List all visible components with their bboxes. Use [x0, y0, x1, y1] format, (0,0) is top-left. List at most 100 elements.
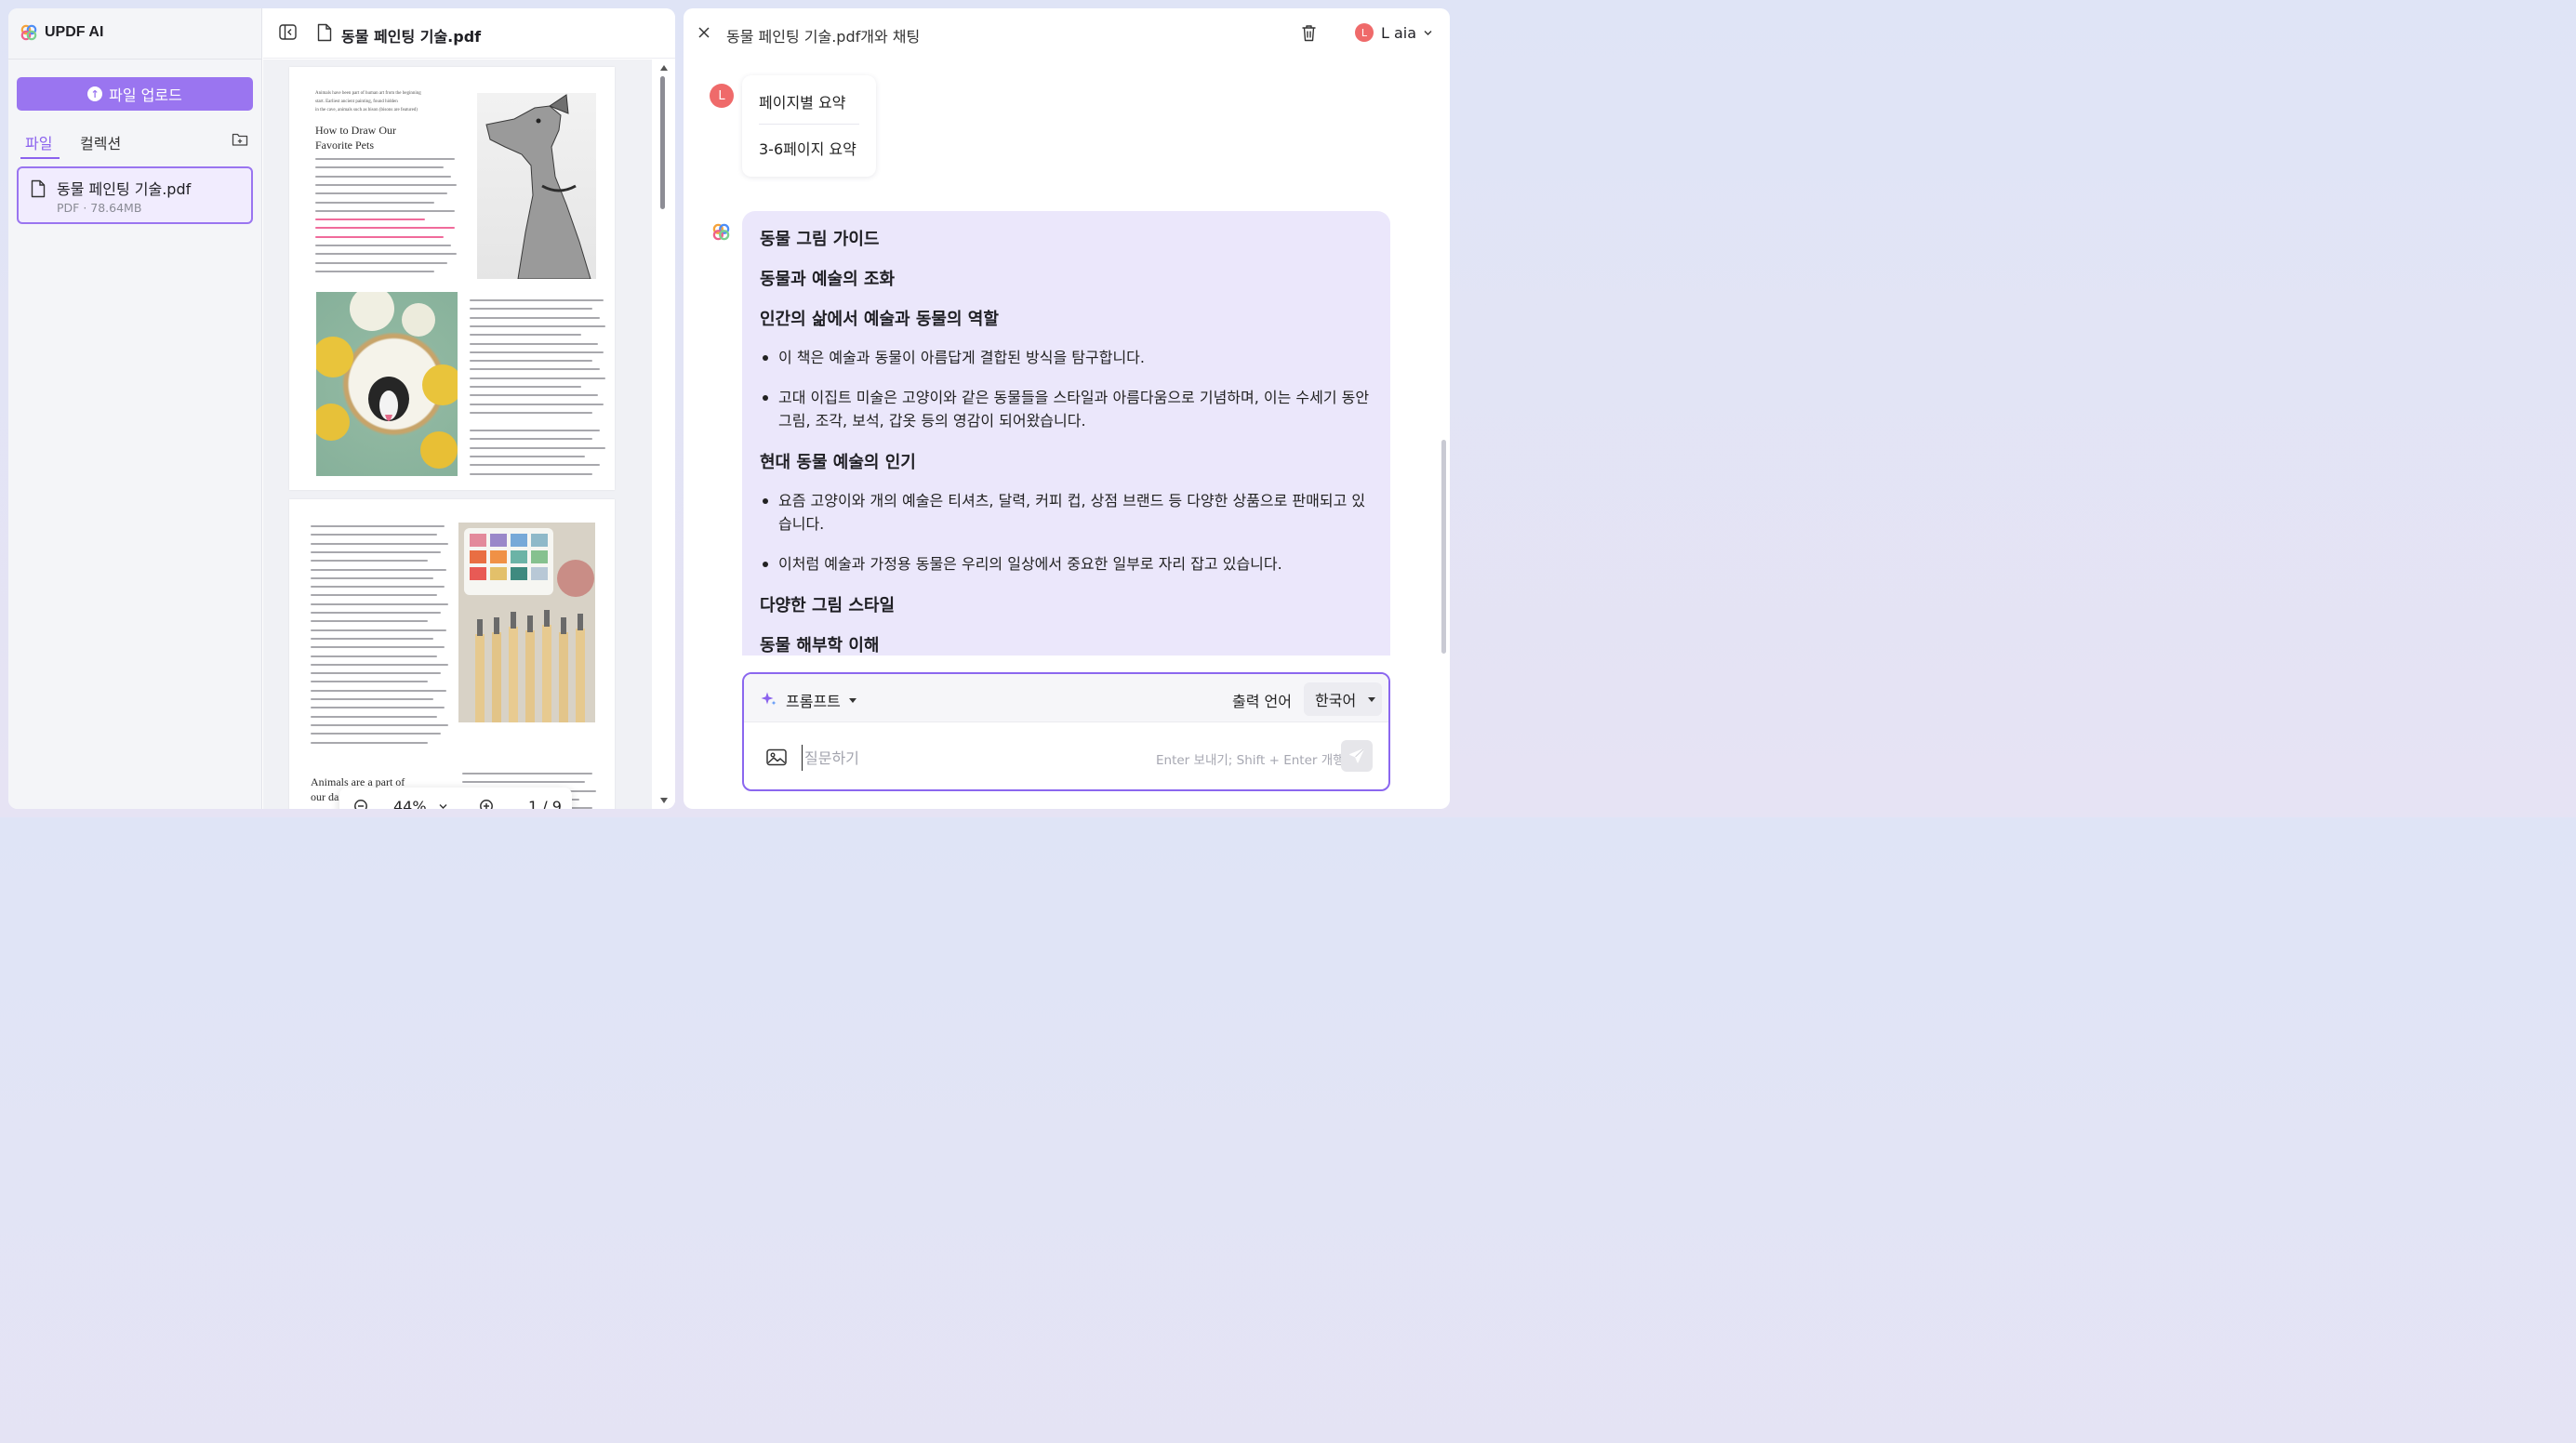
zoom-in-icon[interactable] [479, 799, 496, 809]
text-line [470, 455, 585, 457]
text-line [311, 698, 433, 700]
image-upload-icon[interactable] [766, 748, 787, 766]
text-line [315, 166, 444, 169]
text-line [315, 192, 447, 195]
scroll-down-arrow-icon[interactable] [660, 798, 668, 803]
app-brand: UPDF AI [20, 24, 103, 41]
text-line [315, 227, 455, 230]
page-heading: How to Draw Our Favorite Pets [315, 124, 396, 152]
text-line [315, 209, 455, 212]
text-line [470, 342, 598, 345]
text-line [470, 368, 600, 371]
text-line [311, 594, 437, 597]
viewer-header: 동물 페인팅 기술.pdf [263, 8, 675, 59]
caret-down-icon [848, 697, 856, 703]
chat-input-box: 프롬프트 출력 언어 한국어 Enter 보내기; Shift + Enter … [742, 672, 1390, 791]
tab-files[interactable]: 파일 [20, 131, 61, 159]
text-line [470, 411, 592, 414]
text-line [315, 270, 434, 272]
text-line [311, 689, 446, 692]
pdf-viewer: 동물 페인팅 기술.pdf Animals have been part of … [263, 8, 675, 809]
text-line [311, 620, 428, 623]
text-line [311, 612, 441, 614]
text-line [311, 715, 437, 718]
dog-sketch-image [477, 93, 596, 280]
chat-panel: 동물 페인팅 기술.pdf개와 채팅 L L aia L 페이지별 요약 3-6… [684, 8, 1450, 809]
text-line [311, 681, 428, 683]
file-sidebar: UPDF AI ↑ 파일 업로드 파일 컬렉션 동물 페인팅 기술.pdf PD… [8, 8, 262, 809]
user-menu[interactable]: L L aia [1355, 23, 1432, 42]
text-line [311, 542, 448, 545]
document-icon [317, 23, 332, 42]
input-toolbar: 프롬프트 출력 언어 한국어 [744, 674, 1388, 722]
answer-heading: 인간의 삶에서 예술과 동물의 역할 [760, 310, 999, 329]
file-name: 동물 페인팅 기술.pdf [57, 180, 192, 198]
close-icon[interactable] [697, 26, 710, 39]
prompt-dropdown[interactable]: 프롬프트 [786, 689, 856, 711]
document-panel: UPDF AI ↑ 파일 업로드 파일 컬렉션 동물 페인팅 기술.pdf PD… [8, 8, 675, 809]
text-line [315, 218, 425, 221]
file-item[interactable]: 동물 페인팅 기술.pdf PDF · 78.64MB [17, 166, 253, 224]
sidebar-divider [8, 59, 262, 60]
keyboard-hint: Enter 보내기; Shift + Enter 개행 [1156, 753, 1345, 768]
pdf-page: Animals have been part of human art from… [289, 67, 615, 490]
text-line [311, 646, 445, 649]
quick-action-range-summary[interactable]: 3-6페이지 요약 [759, 137, 856, 159]
sparkle-icon [761, 692, 777, 706]
text-line [315, 201, 434, 204]
text-line [311, 629, 446, 631]
text-line [315, 183, 457, 186]
document-title: 동물 페인팅 기술.pdf [341, 28, 482, 46]
quick-actions-card: 페이지별 요약 3-6페이지 요약 [742, 75, 876, 177]
text-line [470, 360, 592, 363]
tab-collections[interactable]: 컬렉션 [80, 131, 121, 153]
chat-scrollbar[interactable] [1441, 440, 1446, 654]
text-line [315, 253, 457, 256]
scrollbar-thumb[interactable] [660, 76, 665, 209]
upload-file-button[interactable]: ↑ 파일 업로드 [17, 77, 253, 111]
embroidery-dog-image [316, 292, 458, 476]
output-language-select[interactable]: 한국어 [1304, 682, 1382, 716]
text-line [470, 377, 605, 379]
zoom-out-icon[interactable] [353, 799, 370, 809]
updf-ai-icon [712, 223, 730, 241]
text-line [311, 550, 441, 553]
upload-arrow-icon: ↑ [87, 86, 103, 101]
text-line [311, 637, 433, 640]
chat-header: 동물 페인팅 기술.pdf개와 채팅 L L aia [684, 8, 1450, 59]
send-button[interactable] [1341, 740, 1373, 772]
quick-action-page-summary[interactable]: 페이지별 요약 [759, 90, 845, 113]
new-folder-icon[interactable] [232, 132, 248, 147]
send-icon [1349, 748, 1364, 763]
text-line [311, 723, 448, 726]
text-line [311, 586, 445, 589]
paint-palette-image [458, 523, 595, 722]
updf-logo-icon [20, 24, 37, 41]
text-line [315, 261, 447, 264]
chevron-down-icon[interactable] [439, 803, 447, 809]
text-line [315, 175, 451, 178]
question-input[interactable] [802, 745, 1127, 771]
answer-bullet: 이처럼 예술과 가정용 동물은 우리의 일상에서 중요한 일부로 자리 잡고 있… [760, 552, 1378, 576]
text-line [311, 655, 437, 657]
text-line [462, 781, 585, 784]
scroll-up-arrow-icon[interactable] [660, 65, 668, 71]
answer-heading: 동물과 예술의 조화 [760, 270, 896, 289]
text-line [315, 245, 451, 246]
viewer-scrollbar[interactable] [652, 60, 675, 809]
trash-icon[interactable] [1301, 24, 1317, 42]
zoom-level[interactable]: 44% [393, 798, 427, 809]
app-name: UPDF AI [45, 24, 104, 40]
document-icon [31, 179, 46, 198]
text-line [470, 472, 592, 475]
answer-heading: 다양한 그림 스타일 [760, 596, 896, 616]
collapse-sidebar-icon[interactable] [279, 24, 297, 40]
chevron-down-icon [1424, 30, 1432, 35]
text-line [470, 438, 592, 441]
text-line [470, 464, 600, 467]
zoom-toolbar: 44% 1 / 9 [339, 788, 572, 809]
text-line [470, 446, 605, 449]
text-line [311, 663, 448, 666]
avatar: L [710, 84, 734, 108]
page-canvas[interactable]: Animals have been part of human art from… [263, 60, 652, 809]
